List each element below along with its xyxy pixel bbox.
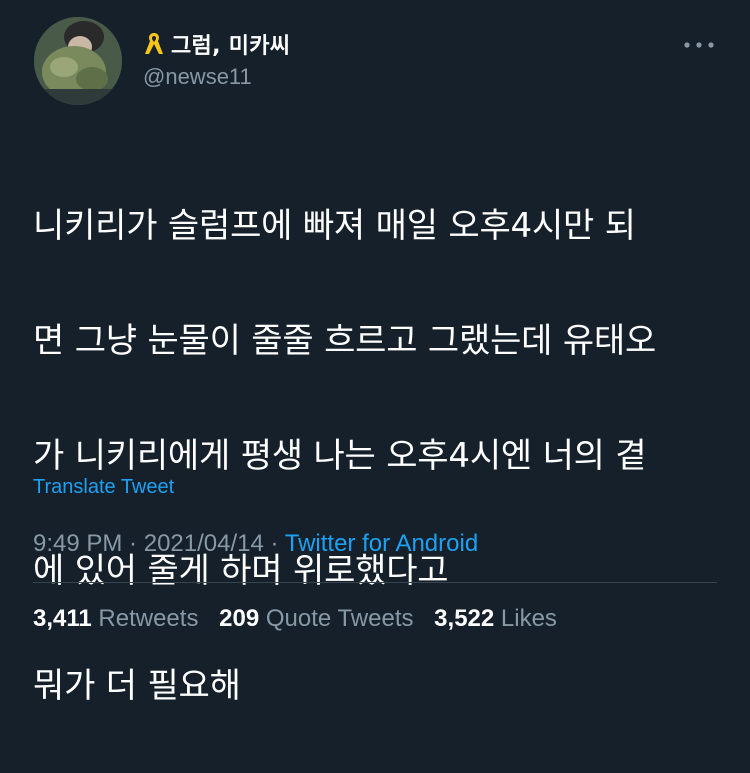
tweet-meta: 9:49 PM · 2021/04/14 · Twitter for Andro… [33, 530, 478, 558]
user-handle[interactable]: @newse11 [143, 64, 252, 90]
meta-separator: · [122, 530, 144, 557]
display-name: 그럼, 미카씨 [171, 34, 291, 59]
more-horizontal-icon[interactable] [682, 36, 716, 54]
avatar-image [34, 17, 122, 105]
retweets-count: 3,411 [33, 605, 92, 632]
retweets-label: Retweets [98, 605, 199, 632]
quote-tweets-stat[interactable]: 209 Quote Tweets [219, 605, 413, 633]
author-name-row[interactable]: 그럼, 미카씨 [143, 28, 290, 60]
avatar[interactable] [34, 17, 122, 105]
yellow-ribbon-icon [145, 33, 163, 54]
tweet-text-line: 면 그냥 눈물이 줄줄 흐르고 그랬는데 유태오 [33, 320, 657, 361]
tweet-date[interactable]: 2021/04/14 [144, 530, 264, 557]
retweets-stat[interactable]: 3,411 Retweets [33, 605, 198, 633]
likes-count: 3,522 [434, 605, 495, 632]
likes-label: Likes [500, 605, 557, 632]
tweet-source-link[interactable]: Twitter for Android [285, 530, 478, 557]
quote-tweets-count: 209 [219, 605, 260, 632]
likes-stat[interactable]: 3,522 Likes [434, 605, 557, 633]
quote-tweets-label: Quote Tweets [265, 605, 414, 632]
meta-separator: · [263, 530, 285, 557]
tweet-text-line: 니키리가 슬럼프에 빠져 매일 오후4시만 되 [33, 205, 636, 246]
divider [33, 582, 717, 583]
translate-tweet-link[interactable]: Translate Tweet [33, 476, 174, 499]
tweet-stats: 3,411 Retweets 209 Quote Tweets 3,522 Li… [33, 605, 571, 633]
tweet-text-line: 뭐가 더 필요해 [33, 665, 241, 706]
tweet-text: 니키리가 슬럼프에 빠져 매일 오후4시만 되 면 그냥 눈물이 줄줄 흐르고 … [33, 140, 723, 773]
tweet-time[interactable]: 9:49 PM [33, 530, 122, 557]
